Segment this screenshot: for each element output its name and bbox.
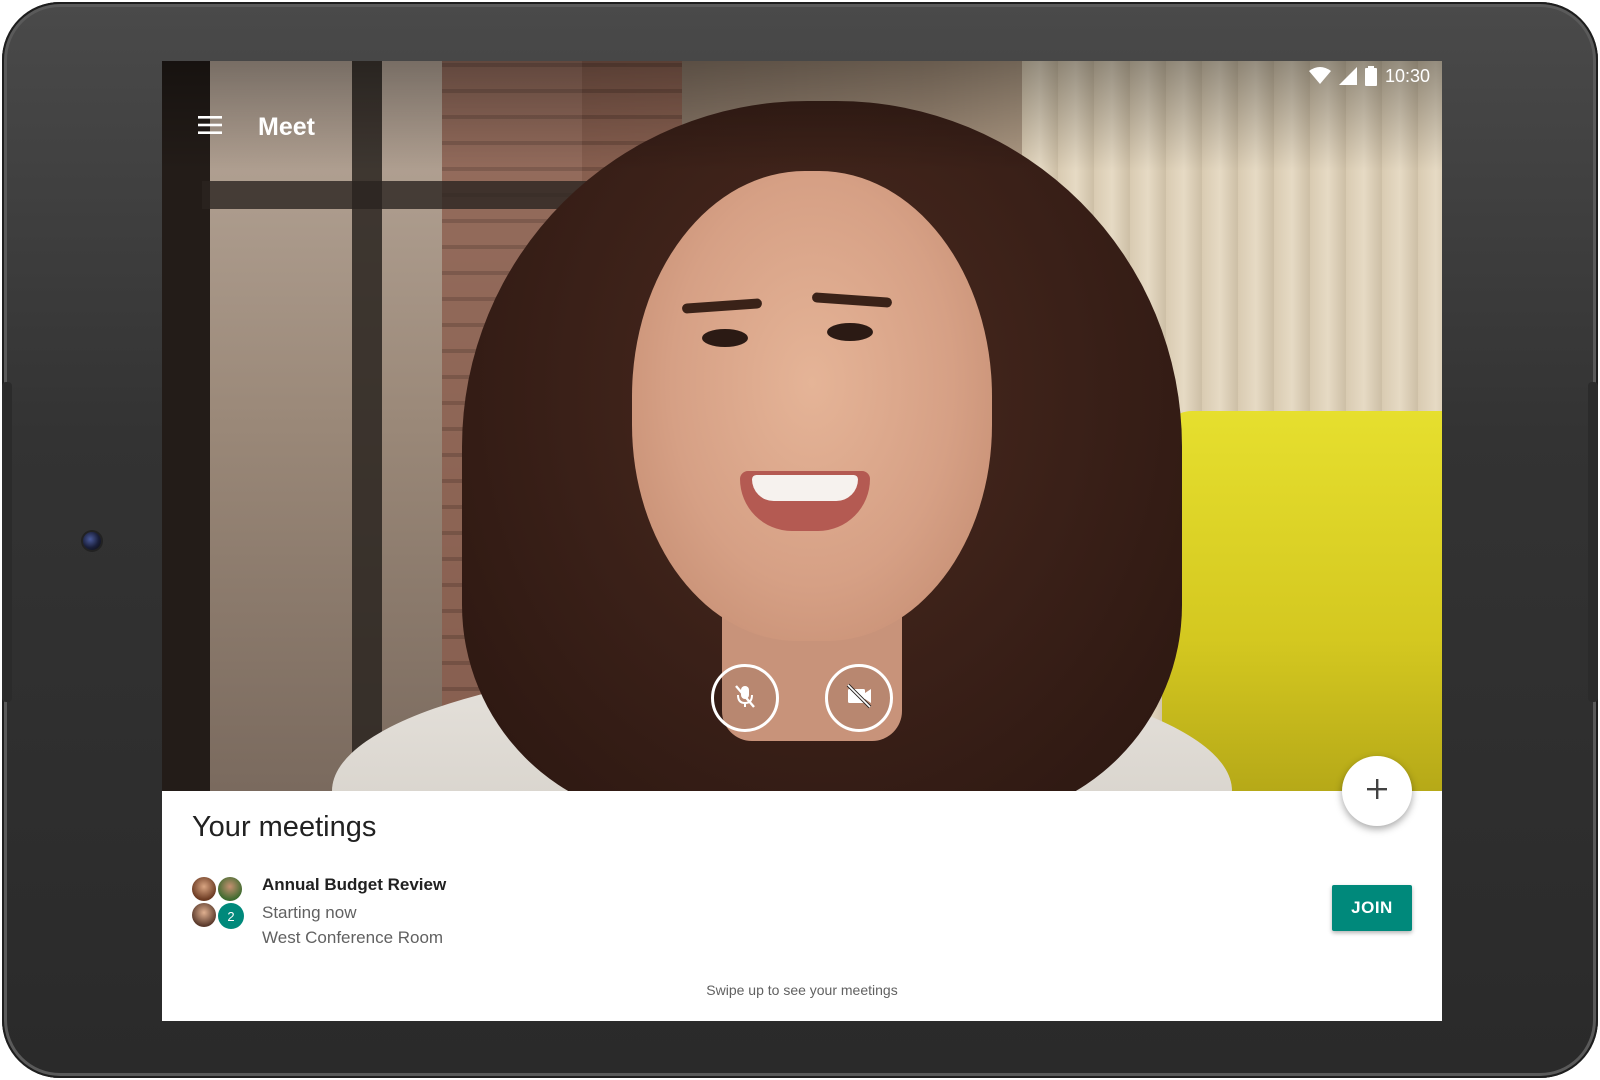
- app-bar: Meet: [162, 101, 762, 153]
- plus-icon: [1366, 778, 1388, 805]
- videocam-off-icon: [844, 682, 874, 715]
- extra-participants-badge: 2: [218, 903, 244, 929]
- person-face: [632, 171, 992, 641]
- camera-off-button[interactable]: [825, 664, 893, 732]
- tablet-screen: 10:30 Meet Your meetings 2 Annual Budget…: [162, 61, 1442, 1021]
- meeting-list-item[interactable]: 2 Annual Budget Review Starting now West…: [192, 875, 1412, 957]
- meetings-sheet: Your meetings 2 Annual Budget Review Sta…: [162, 791, 1442, 1021]
- video-controls: [162, 664, 1442, 738]
- side-button-right: [1588, 382, 1598, 702]
- avatar: [192, 877, 216, 901]
- person-eye-left: [702, 329, 748, 347]
- person-eye-right: [827, 323, 873, 341]
- join-button[interactable]: JOIN: [1332, 885, 1412, 931]
- avatar: [192, 903, 216, 927]
- mic-off-icon: [731, 682, 759, 715]
- mute-mic-button[interactable]: [711, 664, 779, 732]
- participant-avatars: 2: [192, 877, 244, 929]
- side-button-left: [2, 382, 12, 702]
- front-camera: [83, 532, 101, 550]
- meeting-location: West Conference Room: [262, 928, 444, 947]
- new-meeting-fab[interactable]: [1342, 756, 1412, 826]
- status-time: 10:30: [1384, 65, 1430, 86]
- meeting-status: Starting now: [262, 903, 357, 922]
- meetings-heading: Your meetings: [192, 811, 377, 843]
- signal-icon: [1338, 67, 1357, 85]
- meeting-name: Annual Budget Review: [262, 875, 447, 894]
- status-bar: 10:30: [1308, 63, 1430, 89]
- wifi-icon: [1308, 67, 1331, 85]
- tablet-device: 10:30 Meet Your meetings 2 Annual Budget…: [2, 2, 1598, 1078]
- person-teeth: [752, 475, 858, 501]
- app-title: Meet: [258, 112, 315, 141]
- swipe-hint: Swipe up to see your meetings: [706, 982, 898, 998]
- hamburger-menu-icon: [198, 115, 222, 139]
- menu-button[interactable]: [182, 103, 238, 151]
- avatar: [218, 877, 242, 901]
- battery-icon: [1364, 66, 1377, 86]
